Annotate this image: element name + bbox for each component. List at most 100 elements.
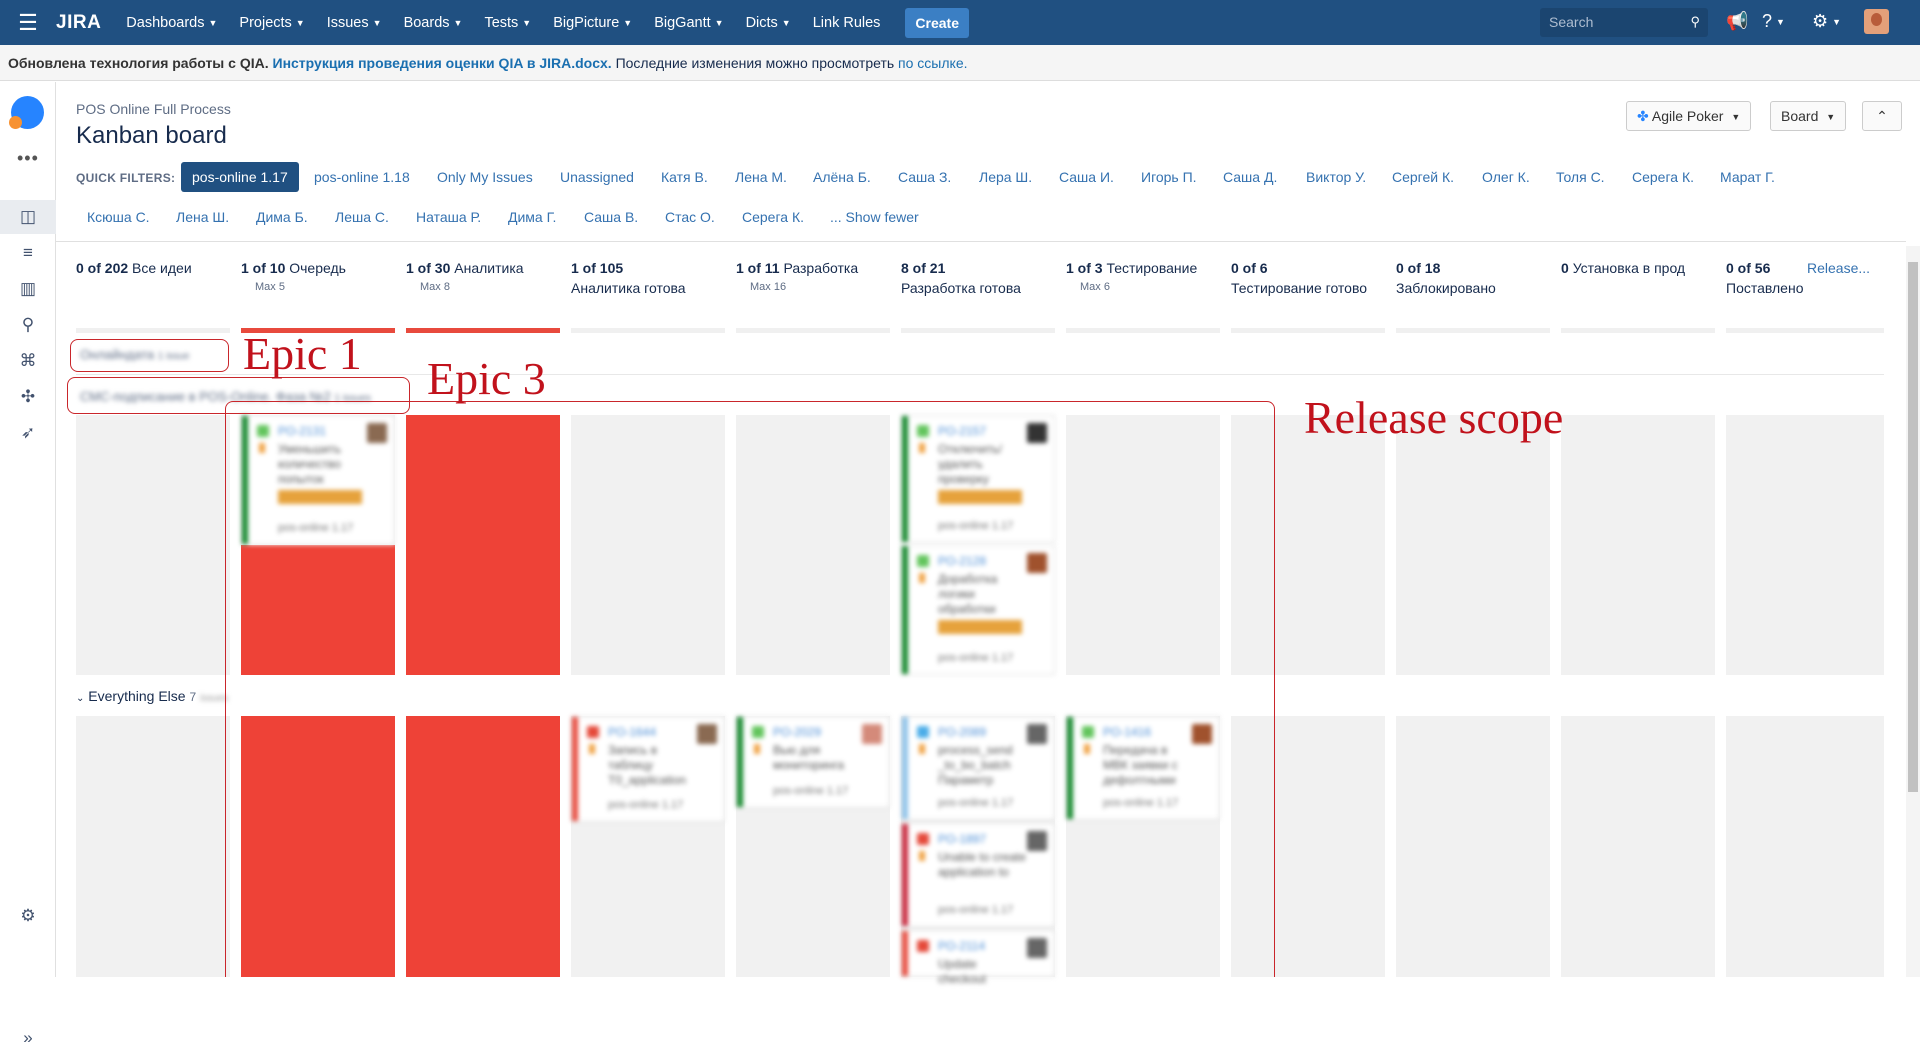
issues-search-icon[interactable]: ⚲ [17,314,39,336]
agile-poker-button[interactable]: ✤ Agile Poker ▼ [1626,101,1752,131]
quick-filter[interactable]: Unassigned [560,169,634,185]
quick-filter[interactable]: pos-online 1.18 [314,169,410,185]
column-header-development-done: 8 of 21 Разработка готова [901,260,1021,296]
project-sidebar: ••• ◫ ≡ ▥ ⚲ ⌘ ✣ ➶ ⚙ » [0,82,56,1047]
chevron-down-icon: ▼ [295,17,305,28]
expand-sidebar-icon[interactable]: » [17,1027,39,1049]
nav-boards[interactable]: Boards ▼ [404,15,463,31]
release-link[interactable]: Release... [1807,260,1870,276]
addons-icon[interactable]: ✣ [17,386,39,408]
swimlane-everything-else[interactable]: ⌄ Everything Else 7 issues [76,688,228,704]
column-constraint-bar [76,328,230,333]
quick-filter[interactable]: Саша Д. [1223,169,1277,185]
chevron-down-icon: ▼ [208,17,218,28]
nav-projects[interactable]: Projects ▼ [239,15,304,31]
banner-link-changes[interactable]: по ссылке. [898,55,967,71]
search-input[interactable]: Search ⚲ [1540,8,1708,37]
board-column-cell [76,415,230,675]
quick-filter[interactable]: Серега К. [1632,169,1694,185]
annotation-box-release-scope [225,401,1275,977]
quick-filter[interactable]: Only My Issues [437,169,533,185]
quick-filter[interactable]: Лена Ш. [176,209,229,225]
nav-biggantt[interactable]: BigGantt ▼ [654,15,723,31]
project-settings-gear-icon[interactable]: ⚙ [17,905,39,927]
quick-filter[interactable]: Толя С. [1556,169,1605,185]
gear-icon[interactable]: ⚙ ▼ [1812,11,1841,32]
quick-filter[interactable]: Марат Г. [1720,169,1775,185]
column-constraint-bar [1066,328,1220,333]
column-header-testing: 1 of 3 Тестирование Max 6 [1066,260,1198,293]
column-header-analytics-done: 1 of 105 Аналитика готова [571,260,686,296]
quick-filter[interactable]: Дима Б. [256,209,308,225]
quick-filter[interactable]: Ксюша С. [87,209,150,225]
quick-filter[interactable]: Саша И. [1059,169,1114,185]
jira-logo[interactable]: JIRA [56,12,101,34]
chevron-down-icon: ▼ [623,17,633,28]
user-avatar[interactable] [1864,9,1889,34]
column-header-queue: 1 of 10 Очередь Max 5 [241,260,346,293]
quick-filters-label: QUICK FILTERS: [76,171,176,185]
column-header-testing-done: 0 of 6 Тестирование готово [1231,260,1368,296]
chevron-down-icon: ▼ [453,17,463,28]
quick-filter[interactable]: Наташа Р. [416,209,481,225]
banner-link-instruction[interactable]: Инструкция проведения оценки QIA в JIRA.… [273,55,612,71]
help-icon[interactable]: ? ▼ [1762,11,1785,32]
chevron-up-icon: ⌃ [1876,108,1888,124]
board-column-cell [1561,716,1715,977]
board-scrollbar-thumb[interactable] [1908,262,1918,792]
quick-filter[interactable]: Дима Г. [508,209,556,225]
reports-icon[interactable]: ▥ [17,278,39,300]
quick-filter[interactable]: Саша З. [898,169,951,185]
board-column-cell [1726,716,1884,977]
chevron-down-icon: ⌄ [76,693,85,704]
quick-filter[interactable]: Лера Ш. [979,169,1032,185]
project-avatar-icon[interactable] [9,96,44,129]
collapse-header-button[interactable]: ⌃ [1862,101,1902,131]
releases-icon[interactable]: ≡ [17,242,39,264]
board-icon[interactable]: ◫ [17,206,39,228]
nav-link-rules[interactable]: Link Rules [813,15,881,31]
board-menu-button[interactable]: Board ▼ [1770,101,1847,131]
chevron-down-icon: ▼ [781,17,791,28]
banner-text-2: Последние изменения можно просмотреть [615,55,895,71]
quick-filter[interactable]: Серега К. [742,209,804,225]
column-constraint-bar [736,328,890,333]
nav-dashboards[interactable]: Dashboards ▼ [126,15,217,31]
components-icon[interactable]: ⌘ [17,350,39,372]
column-constraint-bar [571,328,725,333]
quick-filter[interactable]: Алёна Б. [813,169,871,185]
quick-filter[interactable]: Олег К. [1482,169,1530,185]
column-header-deploy: 0 Установка в прод [1561,260,1686,276]
quick-filter[interactable]: Лена М. [735,169,787,185]
quick-filter[interactable]: Сергей К. [1392,169,1454,185]
column-constraint-bar [1396,328,1550,333]
more-icon[interactable]: ••• [17,148,39,169]
quick-filter-pos-online-117[interactable]: pos-online 1.17 [181,162,299,192]
nav-issues[interactable]: Issues ▼ [327,15,382,31]
column-constraint-bar-exceeded [406,328,560,333]
announcement-icon[interactable]: 📢 [1726,11,1748,32]
nav-bigpicture[interactable]: BigPicture ▼ [553,15,632,31]
column-constraint-bar [1231,328,1385,333]
board-column-cell [1561,415,1715,675]
quick-filter[interactable]: Саша В. [584,209,638,225]
column-header-development: 1 of 11 Разработка Max 16 [736,260,859,293]
chevron-down-icon: ▼ [372,17,382,28]
show-fewer-filters-link[interactable]: ... Show fewer [830,209,919,225]
create-button[interactable]: Create [905,7,970,38]
quick-filter[interactable]: Игорь П. [1141,169,1197,185]
annotation-box-epic-1 [70,339,229,372]
app-switcher-menu-icon[interactable]: ☰ [0,0,56,45]
quick-filter[interactable]: Леша С. [335,209,389,225]
column-constraint-bar [1726,328,1884,333]
column-header-delivered: 0 of 56 Поставлено [1726,260,1804,296]
quick-filter[interactable]: Стас О. [665,209,715,225]
board-column-cell [1726,415,1884,675]
quick-filter[interactable]: Катя В. [661,169,708,185]
annotation-release-scope: Release scope [1304,392,1564,443]
nav-tests[interactable]: Tests ▼ [484,15,531,31]
project-name[interactable]: POS Online Full Process [76,101,231,117]
shortcuts-icon[interactable]: ➶ [17,422,39,444]
quick-filter[interactable]: Виктор У. [1306,169,1366,185]
nav-dicts[interactable]: Dicts ▼ [746,15,791,31]
